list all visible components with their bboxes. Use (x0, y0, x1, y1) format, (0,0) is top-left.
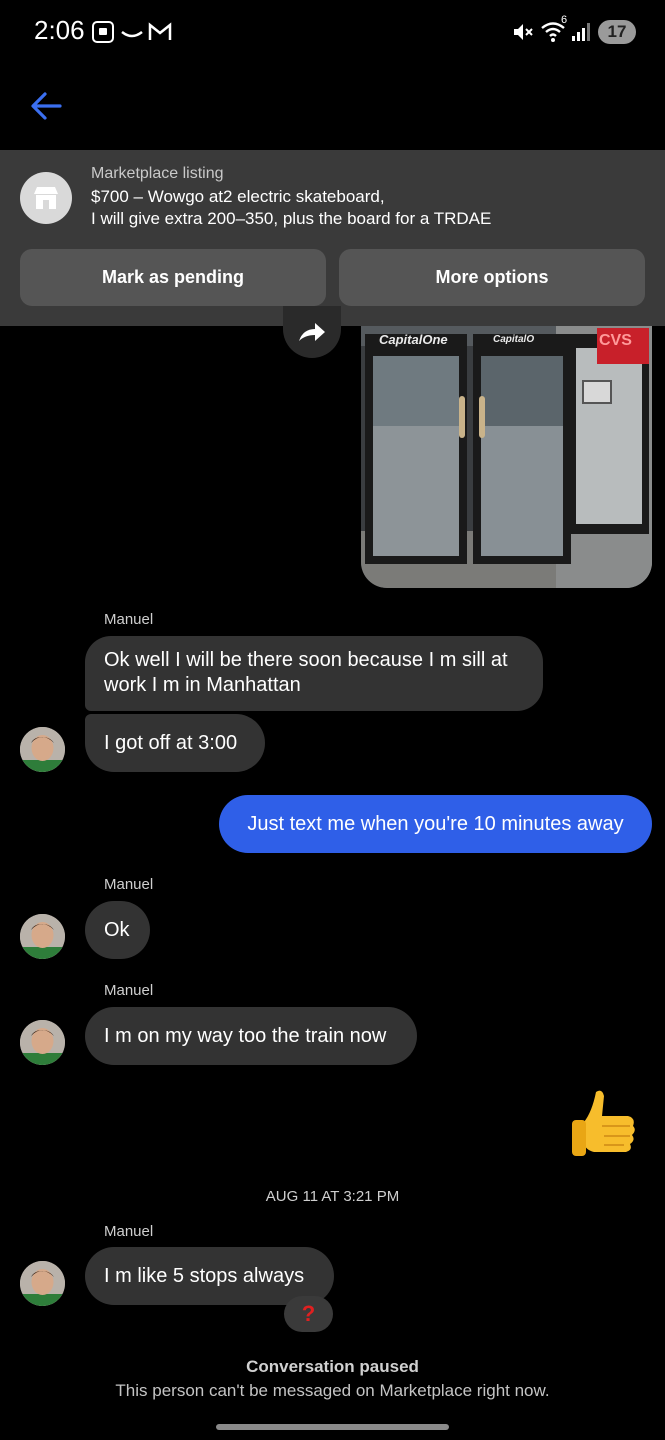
home-indicator[interactable] (216, 1424, 449, 1430)
forward-button[interactable] (283, 306, 341, 358)
sender-name: Manuel (104, 1223, 154, 1240)
gmail-icon (147, 20, 173, 49)
arrow-left-icon (31, 92, 62, 120)
avatar[interactable] (20, 727, 65, 772)
sender-name: Manuel (104, 876, 154, 893)
avatar[interactable] (20, 1020, 65, 1065)
conversation-timestamp: AUG 11 AT 3:21 PM (265, 1188, 400, 1205)
back-button[interactable] (24, 86, 68, 126)
avatar[interactable] (20, 914, 65, 959)
share-arrow-icon (299, 323, 325, 341)
signal-icon (570, 20, 594, 49)
mute-icon (511, 20, 535, 49)
incoming-message-bubble[interactable]: I m on my way too the train now (85, 1007, 417, 1065)
incoming-message-bubble[interactable]: Ok (85, 901, 150, 959)
photo-sign-corner: CVS (599, 332, 632, 349)
status-time: 2:06 (34, 15, 85, 45)
listing-title-line2[interactable]: I will give extra 200–350, plus the boar… (91, 209, 491, 229)
incoming-message-bubble[interactable]: Ok well I will be there soon because I m… (85, 636, 543, 711)
thumbs-up-icon (572, 1090, 635, 1156)
conversation-paused-title: Conversation paused (246, 1357, 419, 1376)
outgoing-message-bubble[interactable]: Just text me when you're 10 minutes away (219, 795, 652, 853)
listing-label: Marketplace listing (91, 165, 224, 182)
conversation-paused-subtitle: This person can't be messaged on Marketp… (115, 1381, 550, 1400)
question-reaction[interactable]: ? (284, 1296, 333, 1332)
sender-name: Manuel (104, 982, 154, 999)
shared-photo[interactable]: CapitalOne CapitalO CVS (361, 326, 652, 588)
incoming-message-bubble[interactable]: I got off at 3:00 (85, 714, 265, 772)
mark-as-pending-button[interactable]: Mark as pending (20, 249, 326, 306)
more-options-button[interactable]: More options (339, 249, 645, 306)
photo-sign-left: CapitalOne (379, 332, 448, 347)
signal-tag: 6 (561, 14, 568, 26)
thumbs-up-emoji[interactable] (566, 1086, 642, 1166)
storefront-icon (34, 187, 58, 209)
listing-title-line1[interactable]: $700 – Wowgo at2 electric skateboard, (91, 187, 385, 207)
battery-indicator: 17 (598, 20, 636, 44)
avatar[interactable] (20, 1261, 65, 1306)
photo-sign-right: CapitalO (493, 334, 535, 345)
amazon-icon (119, 20, 145, 49)
sender-name: Manuel (104, 611, 154, 628)
store-avatar[interactable] (20, 172, 72, 224)
screenshot-icon (91, 20, 115, 49)
